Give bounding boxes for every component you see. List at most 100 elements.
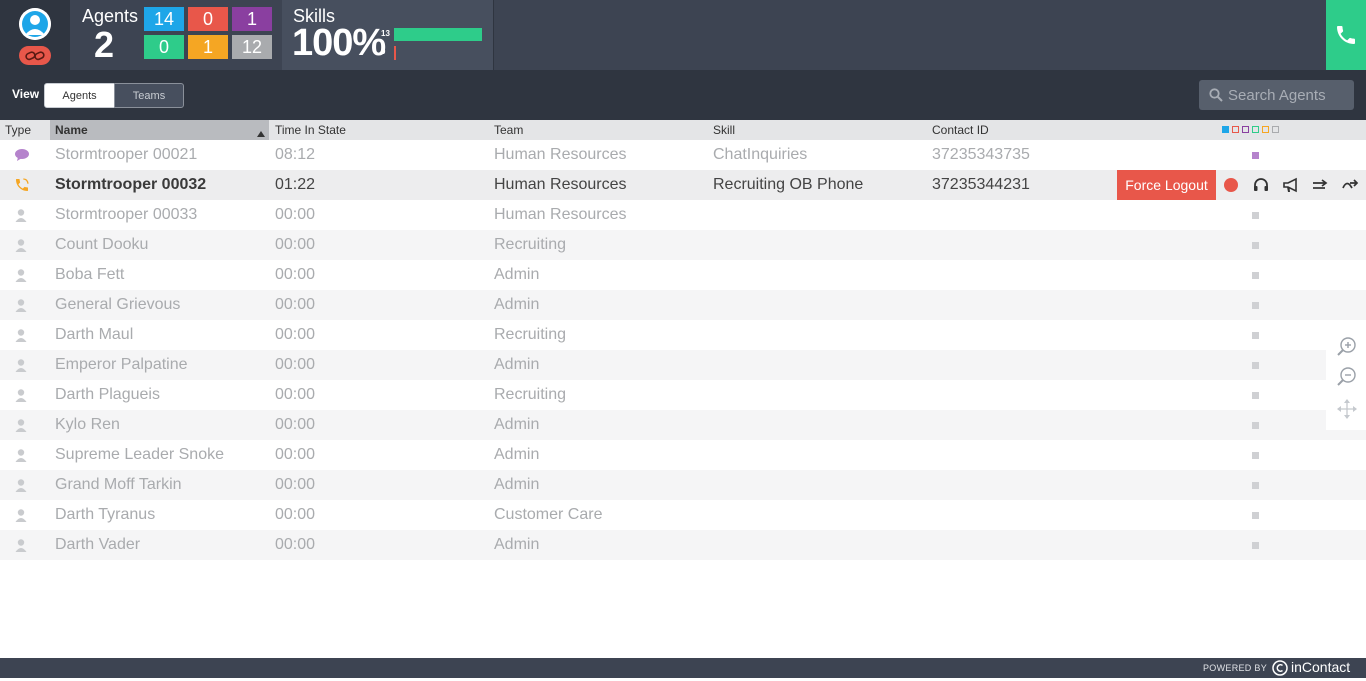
legend-swatch[interactable] bbox=[1252, 126, 1259, 133]
team-name: Admin bbox=[494, 536, 540, 553]
time-in-state: 00:00 bbox=[275, 416, 316, 433]
zoom-controls bbox=[1326, 330, 1366, 430]
table-row[interactable]: Darth Plagueis 00:00 Recruiting bbox=[0, 380, 1366, 410]
column-time-in-state[interactable]: Time In State bbox=[275, 120, 346, 140]
transfer-icon[interactable] bbox=[1309, 175, 1331, 195]
column-type[interactable]: Type bbox=[5, 120, 31, 140]
column-name-label: Name bbox=[55, 123, 88, 137]
table-row[interactable]: Boba Fett 00:00 Admin bbox=[0, 260, 1366, 290]
search-input[interactable] bbox=[1228, 80, 1350, 110]
agent-icon bbox=[14, 410, 32, 440]
team-name: Admin bbox=[494, 416, 540, 433]
agent-state-count-tile[interactable]: 0 bbox=[188, 7, 228, 31]
table-row[interactable]: Darth Maul 00:00 Recruiting bbox=[0, 320, 1366, 350]
team-name: Admin bbox=[494, 296, 540, 313]
legend-swatch[interactable] bbox=[1272, 126, 1279, 133]
skill-name: Recruiting OB Phone bbox=[713, 176, 864, 193]
view-bar: View Agents Teams bbox=[0, 70, 1366, 120]
agent-name: Count Dooku bbox=[55, 236, 149, 253]
state-legend bbox=[1222, 126, 1279, 133]
tab-agents[interactable]: Agents bbox=[44, 83, 115, 108]
agent-state-count-tile[interactable]: 12 bbox=[232, 35, 272, 59]
legend-swatch[interactable] bbox=[1242, 126, 1249, 133]
column-contact-id[interactable]: Contact ID bbox=[932, 120, 989, 140]
agent-name: Darth Maul bbox=[55, 326, 134, 343]
agent-name: Grand Moff Tarkin bbox=[55, 476, 182, 493]
table-row[interactable]: Supreme Leader Snoke 00:00 Admin bbox=[0, 440, 1366, 470]
legend-swatch[interactable] bbox=[1262, 126, 1269, 133]
state-indicator bbox=[1252, 362, 1259, 369]
time-in-state: 00:00 bbox=[275, 386, 316, 403]
force-logout-button[interactable]: Force Logout bbox=[1117, 170, 1216, 200]
search-box bbox=[1199, 80, 1354, 110]
tab-teams[interactable]: Teams bbox=[114, 83, 184, 108]
phone-call-icon bbox=[14, 170, 32, 200]
column-team[interactable]: Team bbox=[494, 120, 523, 140]
agent-state-count-tile[interactable]: 1 bbox=[232, 7, 272, 31]
table-row[interactable]: Grand Moff Tarkin 00:00 Admin bbox=[0, 470, 1366, 500]
table-row[interactable]: General Grievous 00:00 Admin bbox=[0, 290, 1366, 320]
agent-state-count-tile[interactable]: 14 bbox=[144, 7, 184, 31]
table-row[interactable]: Darth Tyranus 00:00 Customer Care bbox=[0, 500, 1366, 530]
table-row[interactable]: Count Dooku 00:00 Recruiting bbox=[0, 230, 1366, 260]
unlink-icon[interactable] bbox=[19, 46, 51, 65]
agent-icon bbox=[14, 530, 32, 560]
agent-state-count-tile[interactable]: 1 bbox=[188, 35, 228, 59]
agent-name: Boba Fett bbox=[55, 266, 125, 283]
state-indicator bbox=[1252, 242, 1259, 249]
agent-panel bbox=[0, 0, 70, 70]
column-name[interactable]: Name bbox=[50, 120, 269, 140]
table-row[interactable]: Stormtrooper 00021 08:12 Human Resources Ch… bbox=[0, 140, 1366, 170]
time-in-state: 00:00 bbox=[275, 326, 316, 343]
time-in-state: 00:00 bbox=[275, 446, 316, 463]
phone-icon[interactable] bbox=[1326, 0, 1366, 70]
search-icon bbox=[1209, 88, 1223, 107]
pan-icon[interactable] bbox=[1336, 398, 1358, 420]
agent-table: Stormtrooper 00021 08:12 Human Resources Ch… bbox=[0, 140, 1366, 560]
time-in-state: 00:00 bbox=[275, 356, 316, 373]
table-row[interactable]: Kylo Ren 00:00 Admin bbox=[0, 410, 1366, 440]
skill-name: ChatInquiries bbox=[713, 146, 808, 163]
team-name: Recruiting bbox=[494, 236, 567, 253]
table-row[interactable]: Darth Vader 00:00 Admin bbox=[0, 530, 1366, 560]
column-skill[interactable]: Skill bbox=[713, 120, 735, 140]
agent-icon bbox=[14, 380, 32, 410]
time-in-state: 00:00 bbox=[275, 536, 316, 553]
barge-megaphone-icon[interactable] bbox=[1280, 175, 1302, 195]
legend-swatch[interactable] bbox=[1222, 126, 1229, 133]
time-in-state: 00:00 bbox=[275, 266, 316, 283]
agent-icon bbox=[14, 200, 32, 230]
skill-bar-label: 0 bbox=[381, 47, 386, 56]
time-in-state: 00:00 bbox=[275, 206, 316, 223]
agent-name: Stormtrooper 00032 bbox=[55, 176, 207, 193]
table-row[interactable]: Emperor Palpatine 00:00 Admin bbox=[0, 350, 1366, 380]
time-in-state: 00:00 bbox=[275, 296, 316, 313]
state-indicator bbox=[1252, 272, 1259, 279]
agent-name: Stormtrooper 00021 bbox=[55, 146, 198, 163]
state-indicator bbox=[1252, 392, 1259, 399]
state-indicator bbox=[1252, 152, 1259, 159]
agent-avatar-icon[interactable] bbox=[19, 8, 51, 40]
skill-bar bbox=[394, 28, 482, 41]
headset-monitor-icon[interactable] bbox=[1250, 175, 1272, 195]
agent-icon bbox=[14, 350, 32, 380]
agents-summary: Agents 2 14 0 1 0 1 12 bbox=[70, 0, 282, 70]
legend-swatch[interactable] bbox=[1232, 126, 1239, 133]
chat-icon bbox=[14, 140, 32, 170]
agent-icon bbox=[14, 500, 32, 530]
record-icon[interactable] bbox=[1220, 175, 1242, 195]
table-row[interactable]: Stormtrooper 00033 00:00 Human Resources bbox=[0, 200, 1366, 230]
agent-name: General Grievous bbox=[55, 296, 181, 313]
zoom-in-icon[interactable] bbox=[1336, 336, 1358, 358]
skill-bar-label: 13 bbox=[381, 29, 390, 38]
redirect-icon[interactable] bbox=[1339, 175, 1361, 195]
agent-name: Darth Tyranus bbox=[55, 506, 156, 523]
state-indicator bbox=[1252, 302, 1259, 309]
state-indicator bbox=[1252, 332, 1259, 339]
table-row[interactable]: Stormtrooper 00032 01:22 Human Resources Re… bbox=[0, 170, 1366, 200]
agent-name: Emperor Palpatine bbox=[55, 356, 188, 373]
contact-id: 37235343735 bbox=[932, 146, 1030, 163]
zoom-out-icon[interactable] bbox=[1336, 366, 1358, 388]
brand-name: inContact bbox=[1291, 659, 1351, 675]
agent-state-count-tile[interactable]: 0 bbox=[144, 35, 184, 59]
